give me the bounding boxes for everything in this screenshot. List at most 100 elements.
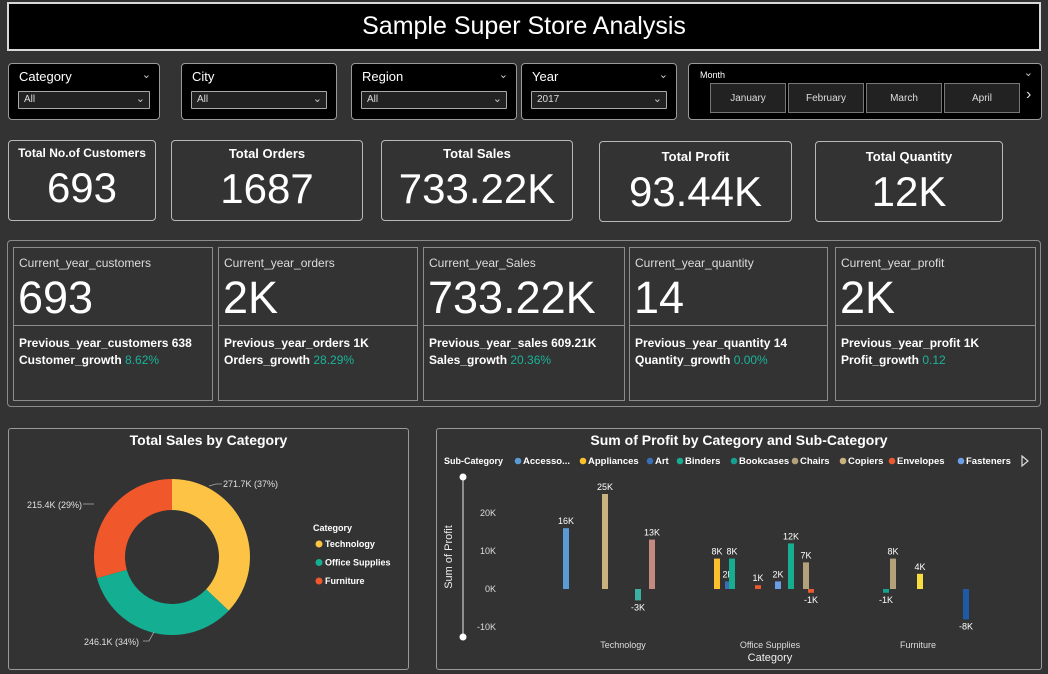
data-label: 4K xyxy=(914,562,925,572)
legend-marker xyxy=(315,577,323,585)
city-slicer[interactable]: City All ⌄ xyxy=(181,63,337,120)
growth-line: Sales_growth 20.36% xyxy=(429,353,551,367)
data-label: 246.1K (34%) xyxy=(84,637,139,647)
growth-label: Customer_growth xyxy=(19,353,122,367)
dropdown-value: All xyxy=(367,94,379,105)
chevron-down-icon[interactable]: ⌄ xyxy=(499,68,508,81)
bar-chart[interactable]: Sub-Category Accesso... Appliances Art Binde… xyxy=(437,429,1041,669)
legend-label: Envelopes xyxy=(897,456,945,467)
growth-card-label: Current_year_Sales xyxy=(429,256,536,270)
year-dropdown[interactable]: 2017 ⌄ xyxy=(531,91,667,109)
data-label: -8K xyxy=(959,621,973,631)
bar[interactable] xyxy=(803,562,809,589)
legend-label: Furniture xyxy=(325,576,365,586)
growth-label: Quantity_growth xyxy=(635,353,731,367)
bar[interactable] xyxy=(635,589,641,601)
donut-slice-technology[interactable] xyxy=(172,479,250,611)
legend-marker xyxy=(957,457,965,465)
data-label: 16K xyxy=(558,516,574,526)
scroll-handle[interactable] xyxy=(459,633,467,641)
chevron-down-icon[interactable]: ⌄ xyxy=(493,92,502,105)
bar[interactable] xyxy=(917,573,923,589)
growth-card-sales: Current_year_Sales 733.22K Previous_year… xyxy=(423,247,625,401)
dropdown-value: All xyxy=(197,94,209,105)
data-label: 25K xyxy=(597,482,613,492)
chevron-right-icon[interactable] xyxy=(1021,454,1029,468)
leader-line xyxy=(143,631,155,642)
legend-marker xyxy=(730,457,738,465)
month-button-february[interactable]: February xyxy=(788,83,864,113)
slicer-label: Year xyxy=(532,69,559,84)
growth-label: Sales_growth xyxy=(429,353,508,367)
profit-by-subcategory-chart[interactable]: Sum of Profit by Category and Sub-Catego… xyxy=(436,428,1042,670)
growth-card-value: 733.22K xyxy=(428,272,596,323)
region-slicer[interactable]: Region ⌄ All ⌄ xyxy=(351,63,517,120)
legend-label: Technology xyxy=(325,539,375,549)
kpi-total-profit: Total Profit 93.44K xyxy=(599,141,792,222)
legend-label: Copiers xyxy=(848,456,883,467)
slicer-label: Category xyxy=(19,69,72,84)
legend-marker xyxy=(315,559,323,566)
chevron-down-icon[interactable]: ⌄ xyxy=(1024,66,1033,79)
region-dropdown[interactable]: All ⌄ xyxy=(361,91,507,109)
bar[interactable] xyxy=(755,585,761,589)
bar[interactable] xyxy=(890,558,896,589)
bar[interactable] xyxy=(788,543,794,589)
growth-card-label: Current_year_orders xyxy=(224,256,335,270)
category-dropdown[interactable]: All ⌄ xyxy=(18,91,150,109)
bar[interactable] xyxy=(775,581,781,589)
growth-percent: 28.29% xyxy=(313,353,355,367)
legend-marker xyxy=(514,457,522,465)
legend-label: Chairs xyxy=(800,456,830,467)
x-axis-title: Category xyxy=(748,652,793,664)
data-label: 12K xyxy=(783,531,799,541)
category-slicer[interactable]: Category ⌄ All ⌄ xyxy=(8,63,160,120)
month-slicer[interactable]: Month ⌄ January February March April › xyxy=(688,63,1042,120)
growth-label: Profit_growth xyxy=(841,353,919,367)
bar[interactable] xyxy=(649,539,655,589)
growth-card-value: 2K xyxy=(840,272,896,323)
city-dropdown[interactable]: All ⌄ xyxy=(191,91,327,109)
bar[interactable] xyxy=(963,589,969,620)
donut-slice-office-supplies[interactable] xyxy=(96,569,229,635)
month-button-march[interactable]: March xyxy=(866,83,942,113)
bar[interactable] xyxy=(883,589,889,593)
growth-card-quantity: Current_year_quantity 14 Previous_year_q… xyxy=(629,247,828,401)
growth-card-label: Current_year_profit xyxy=(841,256,945,270)
legend-marker xyxy=(676,457,684,465)
bar[interactable] xyxy=(808,589,814,593)
bar[interactable] xyxy=(602,494,608,589)
divider xyxy=(630,325,827,326)
growth-percent: 20.36% xyxy=(510,353,552,367)
legend-marker xyxy=(315,540,323,548)
sales-by-category-chart[interactable]: Total Sales by Category 271.7K (37%) 246.… xyxy=(8,428,409,670)
chevron-down-icon[interactable]: ⌄ xyxy=(142,68,151,81)
x-tick-label: Furniture xyxy=(900,640,936,650)
donut-slice-furniture[interactable] xyxy=(94,479,172,579)
chevron-down-icon[interactable]: ⌄ xyxy=(136,92,145,105)
legend-marker xyxy=(646,457,654,465)
bar[interactable] xyxy=(563,528,569,589)
scroll-handle[interactable] xyxy=(459,473,467,481)
chevron-down-icon[interactable]: ⌄ xyxy=(313,92,322,105)
month-button-april[interactable]: April xyxy=(944,83,1020,113)
donut-chart[interactable]: 271.7K (37%) 246.1K (34%) 215.4K (29%) Cate… xyxy=(9,429,408,669)
y-tick-label: 10K xyxy=(480,546,496,556)
growth-card-orders: Current_year_orders 2K Previous_year_ord… xyxy=(218,247,418,401)
legend-marker xyxy=(888,457,896,465)
month-button-january[interactable]: January xyxy=(710,83,786,113)
kpi-label: Total Orders xyxy=(228,146,306,161)
y-tick-label: 0K xyxy=(485,584,496,594)
growth-card-customers: Current_year_customers 693 Previous_year… xyxy=(13,247,213,401)
chevron-down-icon[interactable]: ⌄ xyxy=(653,92,662,105)
data-label: 271.7K (37%) xyxy=(223,479,278,489)
bar[interactable] xyxy=(714,558,720,589)
year-slicer[interactable]: Year ⌄ 2017 ⌄ xyxy=(521,63,677,120)
chevron-down-icon[interactable]: ⌄ xyxy=(659,68,668,81)
legend-label: Fasteners xyxy=(966,456,1011,467)
chevron-right-icon[interactable]: › xyxy=(1026,86,1031,104)
bar[interactable] xyxy=(729,558,735,589)
data-label: 8K xyxy=(711,547,722,557)
legend-label: Art xyxy=(655,456,670,467)
dashboard-title: Sample Super Store Analysis xyxy=(7,2,1041,51)
